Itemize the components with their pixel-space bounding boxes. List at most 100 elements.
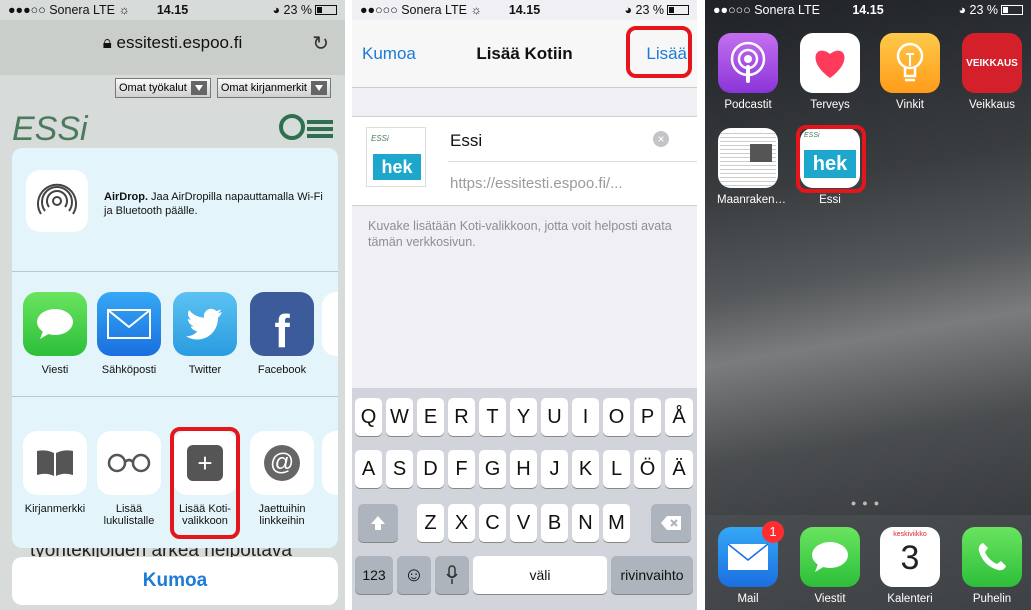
key[interactable]: R xyxy=(448,398,475,436)
alarm-icon: ◕ xyxy=(272,3,284,17)
airdrop-row: AirDrop. Jaa AirDropilla napauttamalla W… xyxy=(12,148,338,272)
bookmark-name-field[interactable]: Essi xyxy=(450,131,482,151)
share-app-messages[interactable]: Viesti xyxy=(20,292,90,376)
menu-icon[interactable] xyxy=(307,120,333,138)
icon-label: Terveys xyxy=(810,99,850,111)
key[interactable]: M xyxy=(603,504,630,542)
page-indicator[interactable]: ●●● xyxy=(705,498,1031,508)
key[interactable]: D xyxy=(417,450,444,488)
key[interactable]: F xyxy=(448,450,475,488)
share-app-more[interactable] xyxy=(322,292,338,364)
key[interactable]: V xyxy=(510,504,537,542)
veikkaus-logo: VEIKKAUS xyxy=(966,57,1018,69)
app-health[interactable]: Terveys xyxy=(799,33,861,111)
space-key[interactable]: väli xyxy=(473,556,607,594)
bookmarks-dropdown[interactable]: Omat kirjanmerkit xyxy=(216,78,331,98)
cancel-button[interactable]: Kumoa xyxy=(12,557,338,605)
key[interactable]: Q xyxy=(355,398,382,436)
status-bar: ●●●○○ Sonera LTE ☼ 14.15 ◕ 23 % xyxy=(0,0,345,20)
key[interactable]: A xyxy=(355,450,382,488)
key[interactable]: Ä xyxy=(665,450,693,488)
shift-key[interactable] xyxy=(358,504,398,542)
key[interactable]: T xyxy=(479,398,506,436)
share-app-twitter[interactable]: Twitter xyxy=(170,292,240,376)
key[interactable]: C xyxy=(479,504,506,542)
key[interactable]: N xyxy=(572,504,599,542)
carrier-signal: ●●●○○ Sonera LTE ☼ xyxy=(8,3,130,17)
key[interactable]: O xyxy=(603,398,630,436)
dictation-key[interactable] xyxy=(435,556,469,594)
action-label: Lisää lukulistalle xyxy=(103,503,155,527)
airdrop-title: AirDrop. xyxy=(104,191,148,203)
url-display[interactable]: 🔒︎ essitesti.espoo.fi xyxy=(0,33,345,53)
key[interactable]: H xyxy=(510,450,537,488)
app-maanrakennus-webclip[interactable]: Maanraken… xyxy=(717,128,786,206)
app-veikkaus[interactable]: VEIKKAUS Veikkaus xyxy=(961,33,1023,111)
bookmarks-label: Omat kirjanmerkit xyxy=(220,82,307,94)
mail-icon: 1 xyxy=(718,521,784,587)
app-tips[interactable]: Vinkit xyxy=(879,33,941,111)
clear-icon[interactable]: × xyxy=(653,131,669,147)
backspace-key[interactable] xyxy=(651,504,691,542)
dock-calendar[interactable]: keskiviikko 3 Kalenteri xyxy=(879,527,941,605)
icon-label: Maanraken… xyxy=(717,194,787,206)
site-thumbnail: ESSi hek xyxy=(366,127,426,187)
action-more[interactable] xyxy=(322,431,338,503)
icon-label: Viestit xyxy=(814,593,846,605)
microphone-icon xyxy=(446,565,458,584)
key[interactable]: L xyxy=(603,450,630,488)
key[interactable]: Å xyxy=(665,398,693,436)
key[interactable]: B xyxy=(541,504,568,542)
status-bar: ●●○○○ Sonera LTE 14.15 ◕ 23 % xyxy=(705,0,1031,20)
key[interactable]: P xyxy=(634,398,661,436)
key[interactable]: E xyxy=(417,398,444,436)
search-icon[interactable] xyxy=(279,114,305,140)
action-bookmark[interactable]: Kirjanmerkki xyxy=(20,431,90,515)
dock-mail[interactable]: 1 Mail xyxy=(717,521,784,605)
key[interactable]: X xyxy=(448,504,475,542)
address-bar[interactable]: 🔒︎ essitesti.espoo.fi ↻ xyxy=(0,20,345,75)
emoji-icon: ☺ xyxy=(403,563,425,586)
share-app-facebook[interactable]: f Facebook xyxy=(247,292,317,376)
phone-icon xyxy=(962,527,1022,587)
veikkaus-icon: VEIKKAUS xyxy=(962,33,1022,93)
action-shared-links[interactable]: @ Jaettuihin linkkeihin xyxy=(247,431,317,527)
action-reading-list[interactable]: Lisää lukulistalle xyxy=(94,431,164,527)
heart-icon xyxy=(800,33,860,93)
key[interactable]: U xyxy=(541,398,568,436)
return-key[interactable]: rivinvaihto xyxy=(611,556,693,594)
key[interactable]: G xyxy=(479,450,506,488)
chevron-down-icon xyxy=(311,81,327,95)
battery-indicator: ◕ 23 % xyxy=(272,3,337,17)
key[interactable]: S xyxy=(386,450,413,488)
at-sign-icon: @ xyxy=(250,431,314,495)
key[interactable]: K xyxy=(572,450,599,488)
key[interactable]: Y xyxy=(510,398,537,436)
mail-icon xyxy=(97,292,161,356)
emoji-key[interactable]: ☺ xyxy=(397,556,431,594)
airdrop-icon[interactable] xyxy=(26,170,88,232)
carrier-signal: ●●○○○ Sonera LTE ☼ xyxy=(360,3,482,17)
key[interactable]: I xyxy=(572,398,599,436)
key[interactable]: Z xyxy=(417,504,444,542)
highlight-frame xyxy=(626,26,692,78)
reload-icon[interactable]: ↻ xyxy=(312,31,329,56)
app-label: Viesti xyxy=(41,364,69,376)
key[interactable]: J xyxy=(541,450,568,488)
book-icon xyxy=(23,431,87,495)
battery-indicator: ◕ 23 % xyxy=(624,3,689,17)
numbers-key[interactable]: 123 xyxy=(355,556,393,594)
tools-dropdown[interactable]: Omat työkalut xyxy=(114,78,211,98)
dock-messages[interactable]: Viestit xyxy=(799,527,861,605)
thumbnail-text: hek xyxy=(373,154,421,180)
key[interactable]: Ö xyxy=(634,450,661,488)
app-podcasts[interactable]: Podcastit xyxy=(717,33,779,111)
share-app-mail[interactable]: Sähköposti xyxy=(94,292,164,376)
carrier-signal: ●●○○○ Sonera LTE xyxy=(713,3,821,17)
icon-label: Podcastit xyxy=(724,99,772,111)
key[interactable]: W xyxy=(386,398,413,436)
highlight-frame xyxy=(170,427,240,539)
lock-icon: 🔒︎ xyxy=(102,33,117,52)
site-logo: ESSi xyxy=(12,110,88,148)
dock-phone[interactable]: Puhelin xyxy=(961,527,1023,605)
